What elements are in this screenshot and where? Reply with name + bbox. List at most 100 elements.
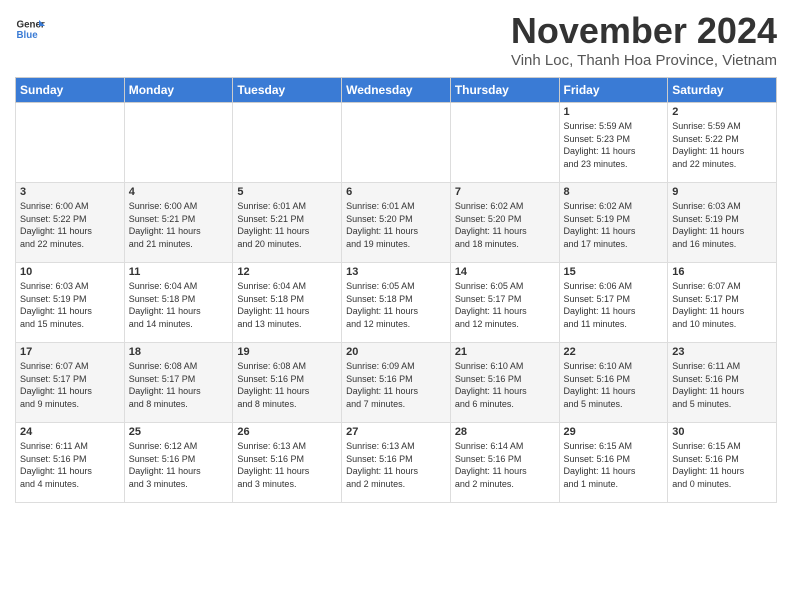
day-number: 29 [564,426,664,438]
day-info: Sunrise: 6:05 AM Sunset: 5:17 PM Dayligh… [455,280,555,330]
day-number: 5 [237,186,337,198]
calendar-cell [233,103,342,183]
calendar-cell: 15Sunrise: 6:06 AM Sunset: 5:17 PM Dayli… [559,263,668,343]
calendar-cell [16,103,125,183]
day-number: 24 [20,426,120,438]
calendar-cell: 1Sunrise: 5:59 AM Sunset: 5:23 PM Daylig… [559,103,668,183]
day-number: 12 [237,266,337,278]
calendar-cell: 24 Sunrise: 6:11 AM Sunset: 5:16 PM Dayli… [16,423,125,503]
day-info: Sunrise: 6:01 AM Sunset: 5:20 PM Dayligh… [346,200,446,250]
day-number: 8 [564,186,664,198]
day-info: Sunrise: 6:02 AM Sunset: 5:19 PM Dayligh… [564,200,664,250]
day-info: Sunrise: 6:08 AM Sunset: 5:16 PM Dayligh… [237,360,337,410]
day-number: 28 [455,426,555,438]
svg-text:Blue: Blue [17,30,39,41]
calendar-cell: 4 Sunrise: 6:00 AM Sunset: 5:21 PM Daylig… [124,183,233,263]
weekday-header-monday: Monday [124,78,233,103]
weekday-header-tuesday: Tuesday [233,78,342,103]
calendar-cell: 9Sunrise: 6:03 AM Sunset: 5:19 PM Daylig… [668,183,777,263]
calendar-cell: 5 Sunrise: 6:01 AM Sunset: 5:21 PM Daylig… [233,183,342,263]
day-info: Sunrise: 6:03 AM Sunset: 5:19 PM Dayligh… [20,280,120,330]
calendar-cell: 20Sunrise: 6:09 AM Sunset: 5:16 PM Dayli… [342,343,451,423]
month-title: November 2024 [511,10,777,52]
logo-icon: General Blue [15,14,45,44]
day-number: 16 [672,266,772,278]
day-info: Sunrise: 6:00 AM Sunset: 5:22 PM Dayligh… [20,200,120,250]
calendar-cell: 10Sunrise: 6:03 AM Sunset: 5:19 PM Dayli… [16,263,125,343]
page-header: General Blue November 2024 Vinh Loc, Tha… [15,10,777,69]
day-number: 4 [129,186,229,198]
day-info: Sunrise: 6:05 AM Sunset: 5:18 PM Dayligh… [346,280,446,330]
day-number: 2 [672,106,772,118]
day-number: 11 [129,266,229,278]
calendar-cell: 16 Sunrise: 6:07 AM Sunset: 5:17 PM Dayli… [668,263,777,343]
week-row-4: 17Sunrise: 6:07 AM Sunset: 5:17 PM Dayli… [16,343,777,423]
day-number: 27 [346,426,446,438]
day-info: Sunrise: 6:15 AM Sunset: 5:16 PM Dayligh… [564,440,664,490]
calendar-cell: 3 Sunrise: 6:00 AM Sunset: 5:22 PM Daylig… [16,183,125,263]
day-number: 25 [129,426,229,438]
day-info: Sunrise: 6:02 AM Sunset: 5:20 PM Dayligh… [455,200,555,250]
day-info: Sunrise: 6:04 AM Sunset: 5:18 PM Dayligh… [129,280,229,330]
day-info: Sunrise: 6:12 AM Sunset: 5:16 PM Dayligh… [129,440,229,490]
week-row-3: 10Sunrise: 6:03 AM Sunset: 5:19 PM Dayli… [16,263,777,343]
calendar-cell: 26Sunrise: 6:13 AM Sunset: 5:16 PM Dayli… [233,423,342,503]
calendar-cell: 17Sunrise: 6:07 AM Sunset: 5:17 PM Dayli… [16,343,125,423]
week-row-5: 24 Sunrise: 6:11 AM Sunset: 5:16 PM Dayli… [16,423,777,503]
day-info: Sunrise: 6:10 AM Sunset: 5:16 PM Dayligh… [455,360,555,410]
day-number: 22 [564,346,664,358]
title-area: November 2024 Vinh Loc, Thanh Hoa Provin… [511,10,777,69]
week-row-2: 3 Sunrise: 6:00 AM Sunset: 5:22 PM Daylig… [16,183,777,263]
location-title: Vinh Loc, Thanh Hoa Province, Vietnam [511,52,777,69]
calendar-cell: 23 Sunrise: 6:11 AM Sunset: 5:16 PM Dayli… [668,343,777,423]
calendar-cell: 30Sunrise: 6:15 AM Sunset: 5:16 PM Dayli… [668,423,777,503]
day-info: Sunrise: 5:59 AM Sunset: 5:22 PM Dayligh… [672,120,772,170]
logo: General Blue [15,14,49,44]
day-info: Sunrise: 6:04 AM Sunset: 5:18 PM Dayligh… [237,280,337,330]
day-info: Sunrise: 6:13 AM Sunset: 5:16 PM Dayligh… [346,440,446,490]
week-row-1: 1Sunrise: 5:59 AM Sunset: 5:23 PM Daylig… [16,103,777,183]
day-number: 14 [455,266,555,278]
calendar-cell [342,103,451,183]
day-number: 7 [455,186,555,198]
calendar-cell [450,103,559,183]
calendar-cell: 28 Sunrise: 6:14 AM Sunset: 5:16 PM Dayli… [450,423,559,503]
day-number: 3 [20,186,120,198]
calendar-cell: 7 Sunrise: 6:02 AM Sunset: 5:20 PM Daylig… [450,183,559,263]
day-info: Sunrise: 6:01 AM Sunset: 5:21 PM Dayligh… [237,200,337,250]
day-info: Sunrise: 6:09 AM Sunset: 5:16 PM Dayligh… [346,360,446,410]
day-info: Sunrise: 6:08 AM Sunset: 5:17 PM Dayligh… [129,360,229,410]
calendar-cell: 6Sunrise: 6:01 AM Sunset: 5:20 PM Daylig… [342,183,451,263]
calendar-cell [124,103,233,183]
day-number: 13 [346,266,446,278]
calendar-cell: 11 Sunrise: 6:04 AM Sunset: 5:18 PM Dayli… [124,263,233,343]
weekday-header-saturday: Saturday [668,78,777,103]
day-info: Sunrise: 6:13 AM Sunset: 5:16 PM Dayligh… [237,440,337,490]
day-number: 1 [564,106,664,118]
calendar-table: SundayMondayTuesdayWednesdayThursdayFrid… [15,77,777,503]
day-info: Sunrise: 6:07 AM Sunset: 5:17 PM Dayligh… [672,280,772,330]
weekday-header-sunday: Sunday [16,78,125,103]
day-info: Sunrise: 6:11 AM Sunset: 5:16 PM Dayligh… [672,360,772,410]
day-number: 15 [564,266,664,278]
calendar-cell: 21Sunrise: 6:10 AM Sunset: 5:16 PM Dayli… [450,343,559,423]
day-info: Sunrise: 6:00 AM Sunset: 5:21 PM Dayligh… [129,200,229,250]
weekday-header-thursday: Thursday [450,78,559,103]
day-number: 17 [20,346,120,358]
day-number: 23 [672,346,772,358]
calendar-cell: 22 Sunrise: 6:10 AM Sunset: 5:16 PM Dayli… [559,343,668,423]
day-info: Sunrise: 6:03 AM Sunset: 5:19 PM Dayligh… [672,200,772,250]
calendar-cell: 25 Sunrise: 6:12 AM Sunset: 5:16 PM Dayli… [124,423,233,503]
calendar-cell: 29 Sunrise: 6:15 AM Sunset: 5:16 PM Dayli… [559,423,668,503]
calendar-cell: 12 Sunrise: 6:04 AM Sunset: 5:18 PM Dayli… [233,263,342,343]
day-info: Sunrise: 6:10 AM Sunset: 5:16 PM Dayligh… [564,360,664,410]
weekday-header-wednesday: Wednesday [342,78,451,103]
day-number: 18 [129,346,229,358]
day-info: Sunrise: 6:11 AM Sunset: 5:16 PM Dayligh… [20,440,120,490]
day-number: 19 [237,346,337,358]
calendar-cell: 18 Sunrise: 6:08 AM Sunset: 5:17 PM Dayli… [124,343,233,423]
day-info: Sunrise: 6:14 AM Sunset: 5:16 PM Dayligh… [455,440,555,490]
day-number: 30 [672,426,772,438]
weekday-header-row: SundayMondayTuesdayWednesdayThursdayFrid… [16,78,777,103]
calendar-cell: 14 Sunrise: 6:05 AM Sunset: 5:17 PM Dayli… [450,263,559,343]
